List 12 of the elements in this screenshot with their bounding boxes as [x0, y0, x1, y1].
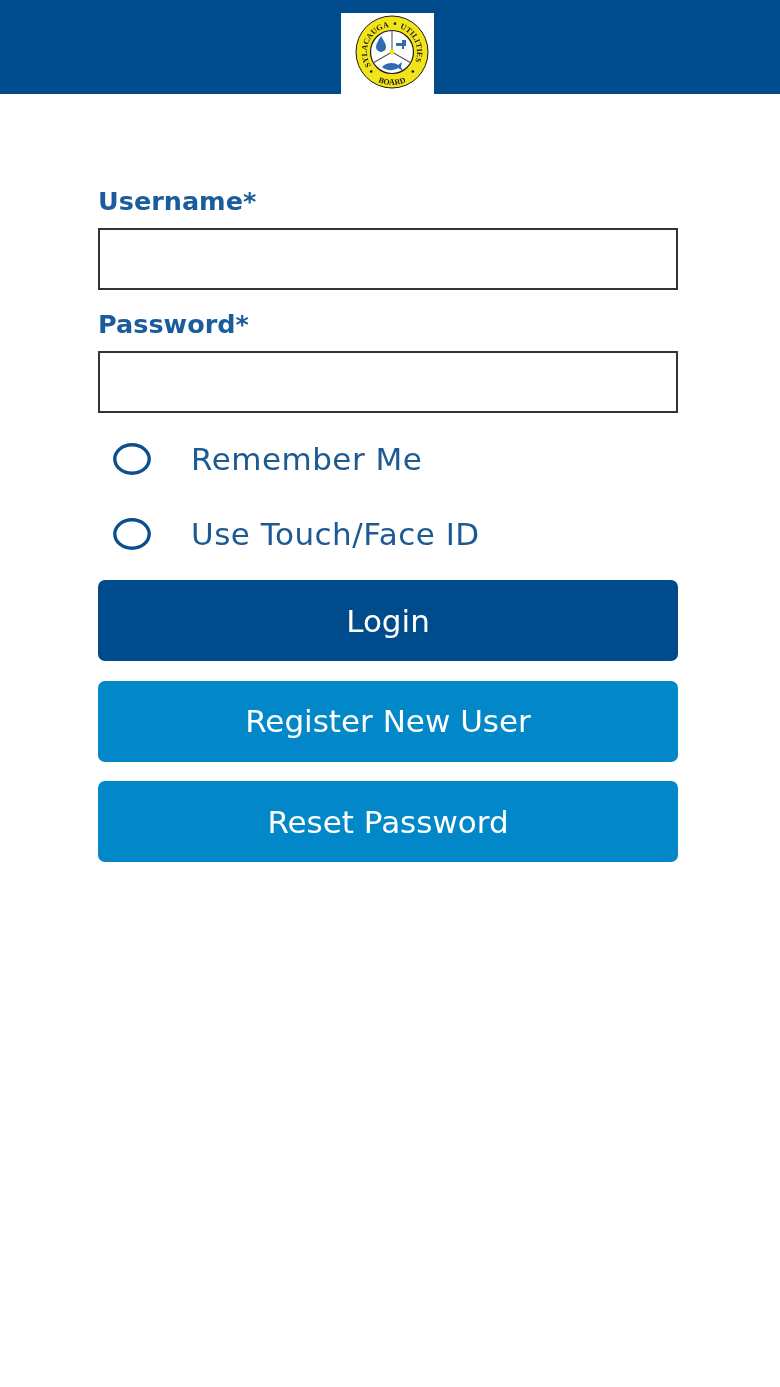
- radio-button[interactable]: [113, 443, 151, 475]
- text-field[interactable]: [98, 228, 678, 290]
- field-label: Password*: [98, 309, 249, 339]
- login-button[interactable]: Login: [98, 580, 678, 661]
- radio-button[interactable]: [113, 517, 151, 550]
- action-button[interactable]: Reset Password: [98, 781, 678, 862]
- option-label: Remember Me: [191, 441, 423, 477]
- field-label: Username*: [98, 186, 257, 216]
- text-field[interactable]: [98, 351, 678, 413]
- logo-text: BOARD: [377, 75, 407, 87]
- option-label: Use Touch/Face ID: [191, 515, 480, 552]
- action-button[interactable]: Register New User: [98, 680, 678, 762]
